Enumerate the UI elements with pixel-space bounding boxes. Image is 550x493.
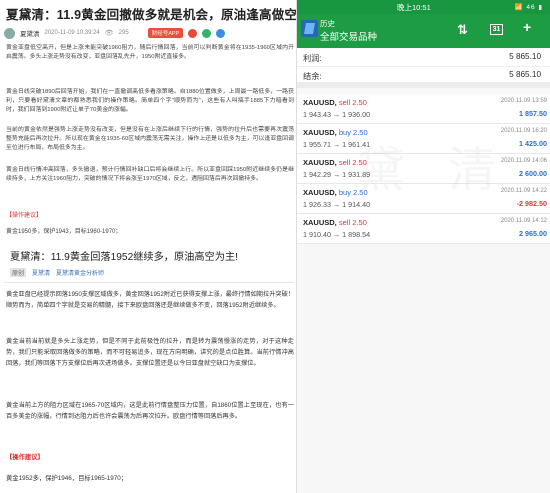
article-meta: 夏黛清 2020-11-09 10:39:24 👁 295 财经号APP <box>4 26 294 40</box>
article-paragraph: 黄金当前当前就是多头上涨走势，但是不同于此前极性的拉升，而是转为震荡慢涨的走势，… <box>6 338 294 368</box>
view-count: 295 <box>118 30 129 36</box>
trade-side: buy 2.50 <box>338 188 368 197</box>
divider <box>297 66 550 67</box>
balance-label: 结余: <box>303 72 322 81</box>
trade-symbol: XAUUSD, sell 2.50 <box>303 218 367 227</box>
trade-prices: 1 910.40 → 1 898.54 <box>303 230 371 239</box>
weibo-share-icon[interactable] <box>188 28 198 38</box>
balance-row: 结余: 5 865.10 <box>303 70 543 82</box>
divider <box>4 282 294 283</box>
symbol-text: XAUUSD, <box>303 98 337 107</box>
trade-profit: 1 857.50 <box>519 109 547 118</box>
symbol-filter[interactable]: 全部交易品种 <box>320 29 377 43</box>
trade-symbol: XAUUSD, sell 2.50 <box>303 158 367 167</box>
app-logo-icon[interactable] <box>301 20 318 37</box>
balance-value: 5 865.10 <box>509 70 541 79</box>
trade-profit: -2 982.50 <box>516 199 547 208</box>
trade-profit: 2 965.00 <box>519 229 547 238</box>
status-time: 晚上10:51 <box>397 2 431 12</box>
account-summary: 利润: 5 865.10 结余: 5 865.10 <box>297 48 550 88</box>
article-paragraph: 当前的黄金依然是强势上涨走势没有改变，但是没有在上涨后继续下行的行情，强势的拉升… <box>6 127 294 151</box>
symbol-text: XAUUSD, <box>303 158 337 167</box>
trade-side: sell 2.50 <box>338 158 367 167</box>
trade-prices: 1 926.33 → 1 914.40 <box>303 200 371 209</box>
article-paragraph: 黄金当前上方的阻力区域在1965-70区域内，这是此前行情盘整压力位置，自186… <box>6 402 294 421</box>
author-avatar[interactable] <box>4 27 15 39</box>
trade-row[interactable]: XAUUSD, sell 2.50 1 910.40 → 1 898.54 2020… <box>297 214 550 244</box>
qq-share-icon[interactable] <box>216 28 226 38</box>
operation-advice-label: 【操作建议】 <box>6 454 44 461</box>
trade-symbol: XAUUSD, buy 2.50 <box>303 188 368 197</box>
trade-date: 2020.11.09 14:12 <box>500 218 547 224</box>
symbol-text: XAUUSD, <box>303 128 337 137</box>
trade-history-list: XAUUSD, sell 2.50 1 943.43 → 1 936.00 2020… <box>297 94 550 244</box>
trade-symbol: XAUUSD, buy 2.50 <box>303 128 368 137</box>
trading-app-panel: 晚上10:51 📶 46 ▮ 历史 全部交易品种 ⇅ 31 + 利润: 5 86… <box>296 0 550 493</box>
wechat-share-icon[interactable] <box>202 28 212 38</box>
profit-row: 利润: 5 865.10 <box>303 52 543 64</box>
calendar-icon[interactable]: 31 <box>490 24 503 35</box>
second-article-meta: 原创 夏黛清 夏黛清黄金分析师 <box>10 268 104 277</box>
profit-label: 利润: <box>303 54 322 63</box>
trade-plan: 黄金1950多，保护1943，目标1960-1970； <box>6 229 122 235</box>
trade-row[interactable]: XAUUSD, buy 2.50 1 926.33 → 1 914.40 2020.… <box>297 184 550 214</box>
author-name[interactable]: 夏黛清 <box>20 28 40 38</box>
trade-side: sell 2.50 <box>338 218 367 227</box>
trade-prices: 1 955.71 → 1 961.41 <box>303 140 371 149</box>
new-trade-icon[interactable]: + <box>523 19 531 35</box>
app-download-button[interactable]: 财经号APP <box>147 28 184 38</box>
trade-row[interactable]: XAUUSD, sell 2.50 1 943.43 → 1 936.00 2020… <box>297 94 550 124</box>
article-paragraph: 黄金日线突破1890后回落开始，我们在一直撤调高低多看涨策略。自1880位置做多… <box>6 89 294 113</box>
status-signal: 📶 46 ▮ <box>514 4 543 11</box>
symbol-text: XAUUSD, <box>303 218 337 227</box>
trade-row[interactable]: XAUUSD, sell 2.50 1 942.29 → 1 931.89 2020… <box>297 154 550 184</box>
profit-value: 5 865.10 <box>509 52 541 61</box>
sort-icon[interactable]: ⇅ <box>457 22 468 38</box>
app-toolbar: 历史 全部交易品种 ⇅ 31 + <box>297 14 550 48</box>
article-paragraph: 黄金日线行情冲高回落，多头撤退，预计行情回补缺口后将会继续上行。所以亚盘回踩19… <box>6 167 294 182</box>
trade-profit: 1 425.00 <box>519 139 547 148</box>
original-tag: 原创 <box>10 268 27 277</box>
trade-date: 2020.11.09 16:20 <box>500 128 547 134</box>
trade-date: 2020.11.09 13:59 <box>500 98 547 104</box>
views-icon: 👁 <box>104 30 114 37</box>
symbol-text: XAUUSD, <box>303 188 337 197</box>
trade-profit: 2 600.00 <box>519 169 547 178</box>
operation-advice-label: 【操作建议】 <box>6 213 43 219</box>
trade-row[interactable]: XAUUSD, buy 2.50 1 955.71 → 1 961.41 2020.… <box>297 124 550 154</box>
trade-date: 2020.11.09 14:22 <box>500 188 547 194</box>
article-title: 夏黛清：11.9黄金回撤做多就是机会，原油逢高做空! <box>6 8 296 22</box>
trade-prices: 1 943.43 → 1 936.00 <box>303 110 371 119</box>
status-bar: 晚上10:51 📶 46 ▮ <box>297 0 550 14</box>
second-article-title[interactable]: 夏黛清：11.9黄金回落1952继续多，原油高空为主! <box>10 248 296 263</box>
trade-symbol: XAUUSD, sell 2.50 <box>303 98 367 107</box>
publish-date: 2020-11-09 10:39:24 <box>44 30 100 36</box>
article-panel: 夏黛清：11.9黄金回撤做多就是机会，原油逢高做空! 夏黛清 2020-11-0… <box>0 0 296 493</box>
trade-prices: 1 942.29 → 1 931.89 <box>303 170 371 179</box>
article-paragraph: 黄金亚盘低空高开，但是上涨未能突破1960阻力，随后行情回落，当前可以判断黄金将… <box>6 45 294 60</box>
trade-side: sell 2.50 <box>338 98 367 107</box>
trade-date: 2020.11.09 14:06 <box>500 158 547 164</box>
trade-plan: 黄金1952多，保护1946，目标1965-1970； <box>6 475 128 482</box>
second-author[interactable]: 夏黛清 <box>32 268 50 277</box>
second-source[interactable]: 夏黛清黄金分析师 <box>56 268 104 277</box>
app-title: 历史 <box>320 19 335 28</box>
article-paragraph: 黄金亚盘已经提示回落1950支撑区域做多，黄金回落1952附近已获得支撑上涨，最… <box>6 291 294 310</box>
trade-side: buy 2.50 <box>338 128 368 137</box>
